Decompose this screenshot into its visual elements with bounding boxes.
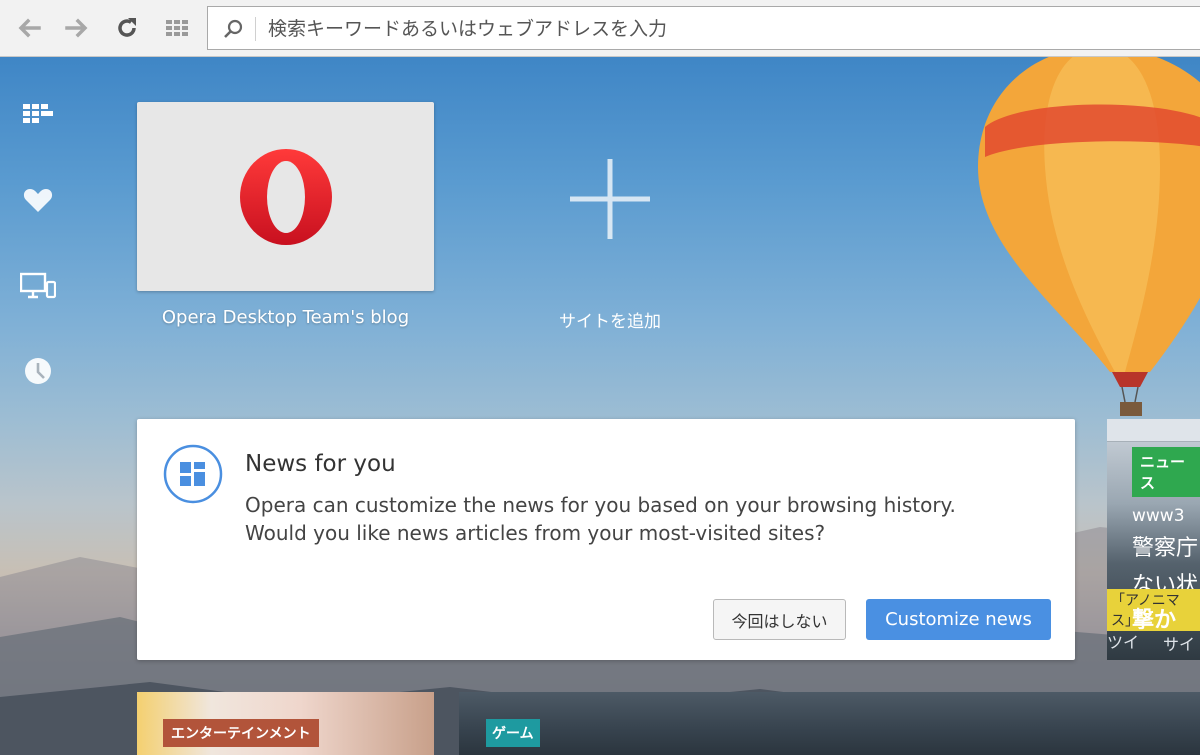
reload-button[interactable] [112, 13, 142, 43]
customize-news-button[interactable]: Customize news [866, 599, 1051, 640]
hot-air-balloon-image [978, 57, 1200, 416]
sidebar-item-bookmarks[interactable] [20, 182, 56, 218]
back-button[interactable] [14, 13, 44, 43]
news-tile-right[interactable]: ニュース www3 警察庁 ない状 「アノニマス」 撃か ツイ サイ [1107, 419, 1200, 660]
address-input[interactable] [266, 14, 1170, 44]
add-site-label: サイトを追加 [559, 312, 661, 332]
tab-grid-button[interactable] [162, 13, 192, 43]
news-tile-screenshot-strip [1107, 419, 1200, 442]
plus-icon [570, 159, 650, 239]
opera-logo-icon [240, 149, 332, 245]
sidebar-item-speed-dial[interactable] [20, 96, 56, 132]
search-icon [224, 19, 243, 38]
news-tile-text: 警察庁 [1132, 536, 1199, 561]
news-prompt-card: News for you Opera can customize the new… [137, 419, 1075, 660]
clock-icon [25, 358, 51, 384]
news-prompt-body-line2: Would you like news articles from your m… [245, 521, 826, 545]
news-icon [163, 444, 223, 504]
address-bar[interactable] [207, 6, 1200, 50]
news-prompt-title: News for you [245, 451, 396, 477]
news-tile-text: ツイ [1107, 633, 1140, 652]
forward-arrow-icon [65, 18, 88, 38]
tab-grid-icon [166, 20, 188, 36]
devices-icon [20, 272, 56, 299]
news-prompt-body: Opera can customize the news for you bas… [245, 491, 1045, 547]
address-separator [255, 17, 256, 41]
browser-toolbar [0, 0, 1200, 57]
not-now-button[interactable]: 今回はしない [713, 599, 846, 640]
reload-icon [118, 18, 136, 37]
grid-icon [23, 104, 53, 123]
news-category-tag-game: ゲーム [486, 719, 540, 747]
sidebar-item-history[interactable] [20, 353, 56, 389]
heart-icon [23, 189, 53, 212]
news-category-tag-entertainment: エンターテインメント [163, 719, 319, 747]
sidebar-item-synced-devices[interactable] [20, 268, 56, 304]
news-tile-text: www3 [1132, 506, 1185, 526]
news-tile-text: サイ [1163, 635, 1196, 654]
speed-dial-tile-label: Opera Desktop Team's blog [161, 307, 410, 328]
news-prompt-body-line1: Opera can customize the news for you bas… [245, 493, 956, 517]
news-category-tag: ニュース [1132, 447, 1200, 497]
add-site-button[interactable] [566, 155, 654, 243]
back-arrow-icon [18, 18, 41, 38]
forward-button[interactable] [62, 13, 92, 43]
news-tile-game[interactable] [459, 692, 1200, 755]
